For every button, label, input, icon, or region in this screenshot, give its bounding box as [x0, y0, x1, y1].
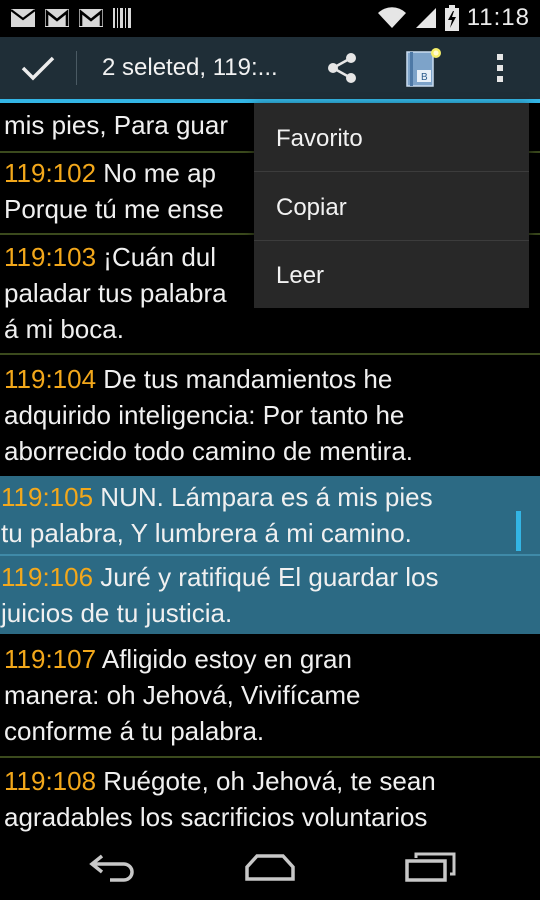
wifi-icon [377, 7, 406, 29]
selection-title: 2 seleted, 119:... [102, 54, 278, 81]
notification-icons [10, 7, 132, 29]
verse-text: ¡Cuán dul [96, 242, 217, 272]
home-icon [245, 854, 295, 881]
verse-line: á mi boca. [4, 314, 124, 344]
system-status: 11:18 [377, 4, 530, 32]
contextual-action-bar: 2 seleted, 119:... B [0, 37, 540, 99]
gmail-icon [79, 9, 103, 27]
battery-icon [444, 5, 459, 31]
done-check-icon [21, 56, 55, 81]
verse-text: Afligido estoy en gran [96, 644, 352, 674]
verse-number: 119:106 [1, 562, 94, 592]
verse-text: Ruégote, oh Jehová, te sean [96, 766, 436, 796]
verse-number: 119:103 [4, 242, 97, 272]
home-button[interactable] [225, 834, 315, 900]
scrollbar-thumb[interactable] [516, 511, 521, 551]
done-button[interactable] [0, 37, 76, 99]
navigation-bar [0, 834, 540, 900]
verse-line: agradables los sacrificios voluntarios [4, 802, 428, 832]
verse-line: 119:104 De tus mandamientos he [4, 361, 534, 397]
book-icon: B [406, 48, 441, 87]
verse-text: NUN. Lámpara es á mis pies [93, 482, 433, 512]
verse-line: adquirido inteligencia: Por tanto he [4, 400, 405, 430]
verse-line: manera: oh Jehová, Vivifícame [4, 680, 361, 710]
verse-line: 119:106 Juré y ratifiqué El guardar los [1, 559, 534, 595]
verse-line: conforme á tu palabra. [4, 716, 265, 746]
menu-divider [254, 171, 529, 172]
share-button[interactable] [318, 37, 366, 99]
verse-line: aborrecido todo camino de mentira. [4, 436, 414, 466]
verse-line: 119:108 Ruégote, oh Jehová, te sean [4, 763, 534, 799]
mail-icon [10, 9, 36, 27]
overflow-popup-menu: Favorito Copiar Leer [254, 103, 529, 308]
svg-text:B: B [421, 72, 428, 83]
overflow-menu-button[interactable] [478, 37, 522, 99]
verse-text: De tus mandamientos he [96, 364, 393, 394]
barcode-icon [113, 8, 131, 28]
verse-number: 119:102 [4, 158, 97, 188]
overflow-menu-icon [497, 54, 503, 82]
back-button[interactable] [68, 834, 158, 900]
verse-line: 119:105 NUN. Lámpara es á mis pies [1, 479, 534, 515]
verse-text: Juré y ratifiqué El guardar los [93, 562, 439, 592]
verse-line: juicios de tu justicia. [1, 598, 233, 628]
menu-item-favorito[interactable]: Favorito [254, 105, 529, 173]
menu-divider [254, 240, 529, 241]
book-button[interactable]: B [396, 37, 450, 99]
verse-row[interactable]: 119:104 De tus mandamientos he adquirido… [0, 361, 540, 469]
verse-number: 119:108 [4, 766, 97, 796]
recent-apps-button[interactable] [385, 834, 475, 900]
recent-apps-icon [405, 852, 456, 882]
verse-line: 119:107 Afligido estoy en gran [4, 641, 534, 677]
menu-item-copiar[interactable]: Copiar [254, 174, 529, 242]
verse-row[interactable]: 119:108 Ruégote, oh Jehová, te sean agra… [0, 763, 540, 834]
verse-separator [0, 756, 540, 758]
verse-separator [0, 353, 540, 355]
gmail-icon [45, 9, 69, 27]
action-bar-divider [76, 51, 77, 85]
signal-icon [415, 8, 436, 28]
verse-row-selected[interactable]: 119:106 Juré y ratifiqué El guardar los … [0, 556, 540, 634]
verse-number: 119:104 [4, 364, 97, 394]
verse-line: tu palabra, Y lumbrera á mi camino. [1, 518, 412, 548]
clock: 11:18 [466, 4, 530, 31]
verse-number: 119:107 [4, 644, 97, 674]
status-bar: 11:18 [0, 0, 540, 37]
verse-row[interactable]: 119:107 Afligido estoy en gran manera: o… [0, 641, 540, 749]
back-icon [89, 854, 134, 882]
verse-row-selected[interactable]: 119:105 NUN. Lámpara es á mis pies tu pa… [0, 476, 540, 554]
verse-number: 119:105 [1, 482, 94, 512]
share-icon [328, 53, 356, 83]
menu-item-leer[interactable]: Leer [254, 242, 529, 310]
verse-text: No me ap [96, 158, 217, 188]
